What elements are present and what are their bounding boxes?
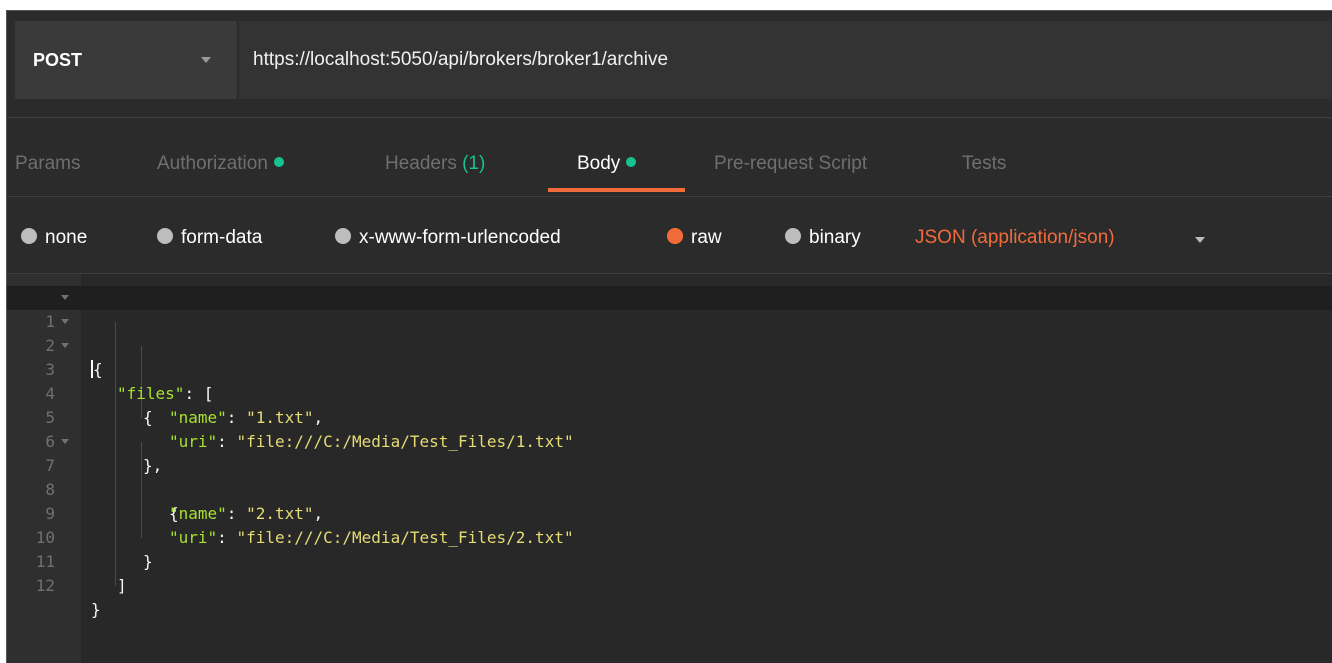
request-bar: POST https://localhost:5050/api/brokers/… (7, 11, 1332, 105)
line-number: 12 (35, 576, 55, 595)
tab-label: Tests (962, 153, 1007, 174)
code-line: 4 "name": "1.txt", (7, 358, 1332, 427)
code-line: 3 { (7, 334, 1332, 427)
code-line: 7 { (7, 430, 1332, 523)
radio-form-data[interactable]: form-data (157, 227, 262, 249)
postman-request-panel: POST https://localhost:5050/api/brokers/… (6, 10, 1332, 663)
divider (7, 117, 1332, 118)
url-input[interactable]: https://localhost:5050/api/brokers/broke… (239, 21, 1332, 99)
code-line: 5 "uri": "file:///C:/Media/Test_Files/1.… (7, 382, 1332, 451)
fold-arrow-icon[interactable] (61, 295, 69, 300)
status-dot-icon (273, 157, 284, 167)
radio-icon (785, 228, 801, 244)
chevron-down-icon[interactable] (1195, 237, 1205, 243)
radio-label: raw (691, 227, 722, 248)
status-dot-icon (626, 157, 637, 167)
tab-label: Pre-request Script (714, 153, 868, 174)
tab-label: Body (577, 153, 621, 174)
code-text: ] (117, 576, 127, 595)
radio-icon (335, 228, 351, 244)
radio-selected-icon (667, 228, 683, 244)
fold-arrow-icon[interactable] (61, 439, 69, 444)
radio-binary[interactable]: binary (785, 227, 861, 249)
radio-label: none (45, 227, 88, 248)
radio-raw[interactable]: raw (667, 227, 722, 249)
active-tab-indicator (548, 188, 685, 192)
radio-label: binary (809, 227, 861, 248)
radio-label: form-data (181, 227, 263, 248)
code-line: 11 ] (7, 526, 1332, 595)
method-dropdown[interactable]: POST (15, 21, 237, 99)
tab-label: Headers (385, 153, 457, 174)
code-line: 10 } (7, 502, 1332, 571)
tab-pre-request-script[interactable]: Pre-request Script (714, 153, 867, 175)
fold-arrow-icon[interactable] (61, 343, 69, 348)
divider (7, 196, 1332, 197)
code-line: 12 } (7, 550, 1332, 619)
tab-params[interactable]: Params (15, 153, 80, 175)
code-editor[interactable]: 1 { 2 "files": [ 3 { 4 "name": "1.txt", … (7, 274, 1332, 663)
code-line: 1 { (7, 286, 1332, 379)
headers-count-badge: (1) (462, 153, 486, 174)
tab-tests[interactable]: Tests (962, 153, 1006, 175)
radio-label: x-www-form-urlencoded (359, 227, 561, 248)
body-type-selector: none form-data x-www-form-urlencoded raw… (7, 215, 1332, 261)
tab-label: Authorization (157, 153, 268, 174)
url-text: https://localhost:5050/api/brokers/broke… (253, 49, 669, 70)
radio-icon (157, 228, 173, 244)
tab-headers[interactable]: Headers (1) (385, 153, 485, 175)
request-tabs: Params Authorization Headers (1) Body Pr… (7, 139, 1332, 193)
fold-arrow-icon[interactable] (61, 319, 69, 324)
chevron-down-icon (201, 57, 211, 63)
code-line: 8 "name": "2.txt", (7, 454, 1332, 523)
content-type-dropdown[interactable]: JSON (application/json) (915, 227, 1115, 249)
tab-label: Params (15, 153, 81, 174)
tab-body[interactable]: Body (577, 153, 637, 175)
radio-icon (21, 228, 37, 244)
content-type-label: JSON (application/json) (915, 227, 1115, 248)
radio-none[interactable]: none (21, 227, 87, 249)
method-label: POST (33, 49, 83, 70)
tab-authorization[interactable]: Authorization (157, 153, 284, 175)
code-line: 9 "uri": "file:///C:/Media/Test_Files/2.… (7, 478, 1332, 547)
radio-x-www-form-urlencoded[interactable]: x-www-form-urlencoded (335, 227, 561, 249)
code-line: 2 "files": [ (7, 310, 1332, 403)
code-text: } (91, 600, 101, 619)
code-line: 6 }, (7, 406, 1332, 475)
